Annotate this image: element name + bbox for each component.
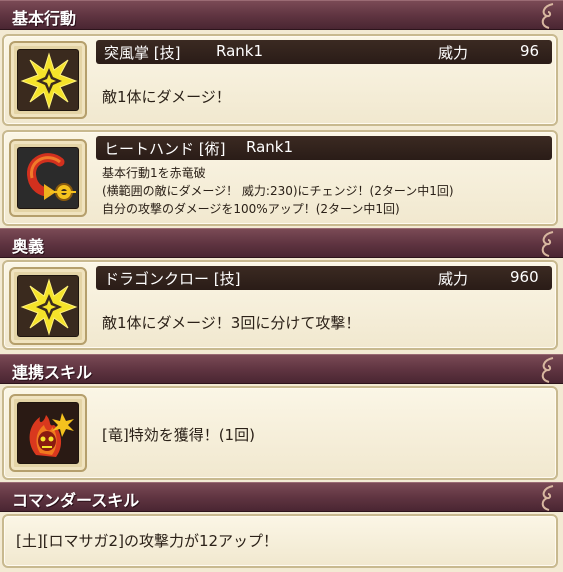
swirl-ornament-icon	[541, 231, 554, 257]
starburst-icon	[20, 52, 78, 110]
section-header-basic: 基本行動	[0, 0, 563, 30]
skill-description: 敵1体にダメージ！3回に分けて攻撃！	[102, 314, 361, 332]
section-header-ougi: 奥義	[0, 228, 563, 258]
heat-hand-icon	[27, 153, 76, 201]
skill-name: ドラゴンクロー [技]	[104, 270, 241, 288]
section-title: 連携スキル	[12, 363, 93, 382]
power-label: 威力	[438, 270, 469, 288]
skill-rank: Rank1	[246, 138, 294, 156]
skill-description-line: 基本行動1を赤竜破	[102, 166, 206, 180]
skill-description: 敵1体にダメージ！	[102, 88, 231, 106]
skill-name: ヒートハンド [術]	[104, 140, 226, 158]
skill-card-renkei[interactable]: [竜]特効を獲得！(1回)	[2, 386, 558, 480]
skill-icon-frame	[9, 41, 87, 119]
section-title: 奥義	[12, 237, 45, 256]
power-value: 960	[510, 268, 539, 286]
section-title: 基本行動	[12, 9, 77, 28]
swirl-ornament-icon	[541, 357, 554, 383]
skill-description: [竜]特効を獲得！(1回)	[102, 426, 255, 444]
section-title: コマンダースキル	[12, 491, 140, 510]
skill-title-bar: 突風掌 [技] Rank1 威力 96	[96, 40, 552, 64]
skill-description: [土][ロマサガ2]の攻撃力が12アップ！	[16, 532, 279, 550]
skill-rank: Rank1	[216, 42, 264, 60]
skill-description-line: (横範囲の敵にダメージ！ 威力:230)にチェンジ！(2ターン中1回)	[102, 184, 454, 198]
section-header-commander: コマンダースキル	[0, 482, 563, 512]
skill-title-bar: ヒートハンド [術] Rank1	[96, 136, 552, 160]
skill-card-basic-1[interactable]: 突風掌 [技] Rank1 威力 96 敵1体にダメージ！	[2, 34, 558, 126]
swirl-ornament-icon	[541, 485, 554, 511]
skill-icon-frame	[9, 139, 87, 217]
power-label: 威力	[438, 44, 469, 62]
skill-icon-frame	[9, 267, 87, 345]
flaming-skull-icon	[29, 413, 74, 457]
skill-card-ougi[interactable]: ドラゴンクロー [技] 威力 960 敵1体にダメージ！3回に分けて攻撃！	[2, 260, 558, 350]
swirl-ornament-icon	[541, 3, 554, 29]
power-value: 96	[520, 42, 540, 60]
starburst-icon	[20, 278, 78, 336]
skill-card-commander[interactable]: [土][ロマサガ2]の攻撃力が12アップ！	[2, 514, 558, 568]
skill-icon-frame	[9, 394, 87, 472]
section-header-renkei: 連携スキル	[0, 354, 563, 384]
skill-name: 突風掌 [技]	[104, 44, 181, 62]
skill-description-line: 自分の攻撃のダメージを100%アップ！(2ターン中1回)	[102, 202, 400, 216]
skill-card-basic-2[interactable]: ヒートハンド [術] Rank1 基本行動1を赤竜破 (横範囲の敵にダメージ！ …	[2, 130, 558, 226]
skill-title-bar: ドラゴンクロー [技] 威力 960	[96, 266, 552, 290]
